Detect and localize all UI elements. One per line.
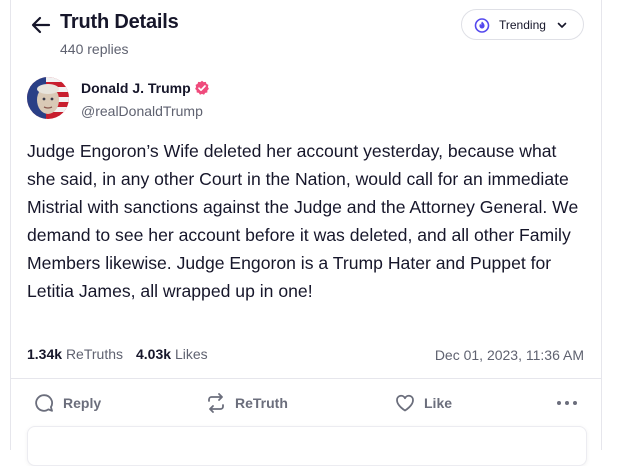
- retruth-icon: [208, 393, 224, 413]
- verified-badge-icon: [195, 80, 209, 95]
- truth-details-panel: Truth Details 440 replies Trending Donal…: [10, 0, 602, 466]
- avatar[interactable]: [27, 77, 69, 119]
- post-text: Judge Engoron’s Wife deleted her account…: [27, 141, 579, 301]
- more-icon: [557, 401, 577, 405]
- likes-stat[interactable]: 4.03k Likes: [136, 346, 208, 362]
- replies-count: 440 replies: [60, 41, 129, 57]
- post-timestamp: Dec 01, 2023, 11:36 AM: [434, 347, 584, 363]
- reply-label: Reply: [63, 395, 102, 411]
- likes-label: Likes: [174, 346, 208, 362]
- reply-icon: [35, 394, 53, 412]
- divider: [11, 378, 601, 379]
- sort-label: Trending: [499, 17, 546, 32]
- retruth-button[interactable]: ReTruth: [205, 392, 288, 414]
- retruths-stat[interactable]: 1.34k ReTruths: [27, 346, 123, 362]
- retruths-count: 1.34k: [27, 346, 63, 362]
- post-stats: 1.34k ReTruths 4.03k Likes: [27, 346, 221, 362]
- retruths-label: ReTruths: [65, 346, 123, 362]
- likes-count: 4.03k: [136, 346, 172, 362]
- page-title: Truth Details: [60, 11, 179, 33]
- author-handle[interactable]: @realDonaldTrump: [81, 103, 203, 119]
- back-button[interactable]: [29, 13, 53, 37]
- more-button[interactable]: [555, 392, 579, 414]
- sort-dropdown[interactable]: Trending: [461, 9, 584, 40]
- reply-button[interactable]: Reply: [33, 392, 101, 414]
- like-icon: [396, 394, 414, 412]
- back-arrow-icon: [31, 16, 51, 34]
- like-label: Like: [424, 395, 453, 411]
- chevron-down-icon: [557, 22, 567, 28]
- retruth-label: ReTruth: [235, 395, 288, 411]
- flame-icon: [474, 17, 490, 33]
- like-button[interactable]: Like: [394, 392, 452, 414]
- author-name[interactable]: Donald J. Trump: [81, 80, 191, 96]
- reply-card[interactable]: [27, 426, 587, 466]
- header: Truth Details 440 replies Trending: [11, 0, 601, 66]
